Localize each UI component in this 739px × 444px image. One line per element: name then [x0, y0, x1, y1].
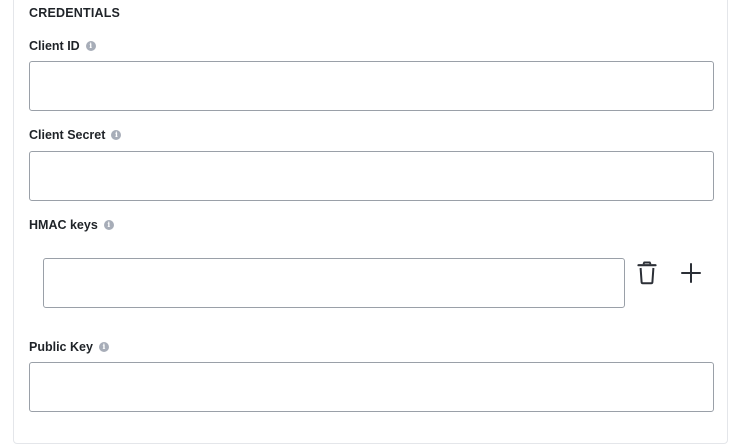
client-secret-label-row: Client Secret i — [29, 127, 122, 143]
add-hmac-key-button[interactable] — [677, 259, 705, 287]
public-key-label: Public Key — [29, 340, 93, 354]
public-key-label-row: Public Key i — [29, 339, 109, 355]
plus-icon — [681, 263, 701, 283]
client-secret-label: Client Secret — [29, 128, 106, 142]
hmac-keys-label-row: HMAC keys i — [29, 217, 114, 233]
hmac-key-input[interactable] — [43, 258, 625, 308]
info-icon[interactable]: i — [85, 41, 96, 51]
client-secret-input[interactable] — [29, 151, 714, 201]
info-icon[interactable]: i — [111, 130, 122, 140]
section-title: CREDENTIALS — [29, 6, 121, 20]
client-id-label-row: Client ID i — [29, 38, 96, 54]
client-id-input[interactable] — [29, 61, 714, 111]
trash-icon — [637, 261, 657, 285]
info-icon[interactable]: i — [103, 220, 114, 230]
info-icon[interactable]: i — [98, 342, 109, 352]
hmac-keys-label: HMAC keys — [29, 218, 98, 232]
delete-hmac-key-button[interactable] — [633, 259, 661, 287]
public-key-input[interactable] — [29, 362, 714, 412]
client-id-label: Client ID — [29, 39, 80, 53]
